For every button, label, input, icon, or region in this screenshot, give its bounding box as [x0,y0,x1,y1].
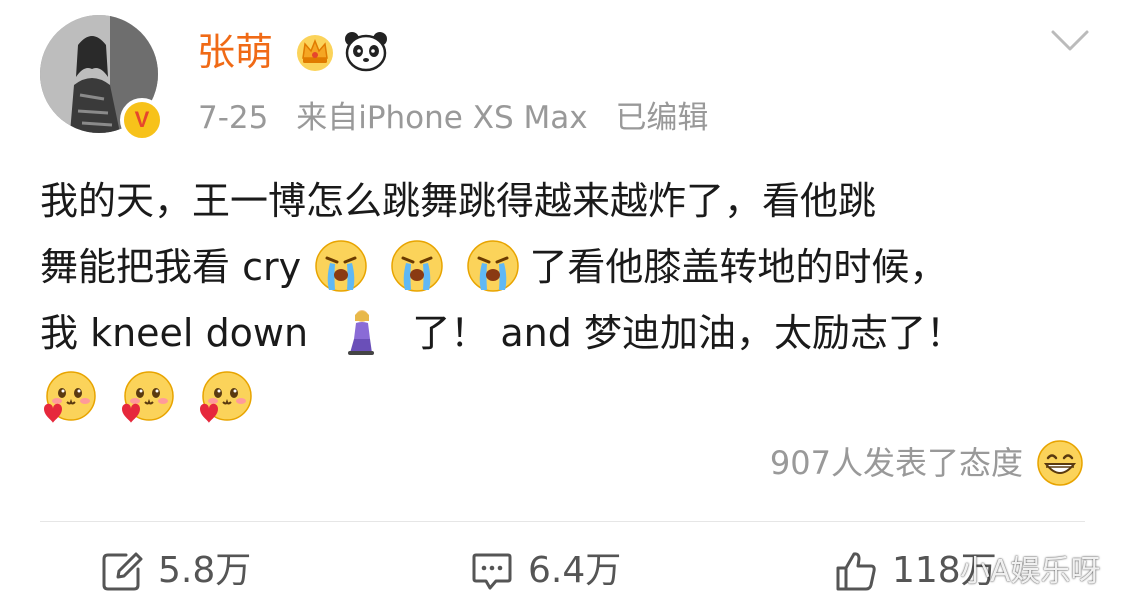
post-body: 我的天，王一博怎么跳舞跳得越来越炸了，看他跳 舞能把我看 cry 了看他膝盖转地… [40,168,1100,438]
comment-count: 6.4万 [528,550,622,591]
panda-icon[interactable] [344,30,388,72]
crying-face-emoji [391,239,444,292]
repost-icon [102,552,143,591]
repost-button[interactable]: 5.8万 [100,546,251,596]
watermark: 小A娱乐呀 [960,554,1101,589]
reactions-summary[interactable]: 907人发表了态度 [770,438,1085,488]
comment-button[interactable]: 6.4万 [470,546,621,596]
comment-icon [472,553,512,590]
reactions-text: 907人发表了态度 [769,444,1023,482]
post-meta: 7-25 来自iPhone XS Max 已编辑 [198,98,726,138]
repost-count: 5.8万 [158,550,252,591]
post-body-line-4 [40,366,1100,438]
post-body-line-1: 我的天，王一博怎么跳舞跳得越来越炸了，看他跳 [40,168,1100,234]
love-heart-face-emoji [44,370,96,423]
crown-icon[interactable] [294,30,336,72]
author-name[interactable]: 张萌 [197,30,273,74]
divider [40,521,1085,522]
grinning-face-emoji [1037,440,1083,486]
thumbs-up-icon [836,552,876,591]
crying-face-emoji [467,239,520,292]
person-kneeling-emoji [348,309,375,355]
weibo-post: V 张萌 7-25 来自iPhone XS Max 已编辑 我的天，王一博怎么跳… [0,0,1125,612]
post-text-line-1: 我的天，王一博怎么跳舞跳得越来越炸了，看他跳 [40,179,877,223]
chevron-down-icon[interactable] [1050,28,1090,54]
post-text-line-2a: 舞能把我看 cry [40,245,302,289]
post-date: 7-25 [198,100,269,136]
post-text-line-2b: 了看他膝盖转地的时候， [529,245,948,289]
verified-badge: V [120,98,164,142]
love-heart-face-emoji [122,370,174,423]
post-body-line-2: 舞能把我看 cry 了看他膝盖转地的时候， [40,234,1100,300]
post-body-line-3: 我 kneel down 了！ and 梦迪加油，太励志了！ [40,300,1100,366]
post-edited[interactable]: 已编辑 [615,100,708,136]
post-text-line-3b: 了！ and 梦迪加油，太励志了！ [412,311,964,355]
love-heart-face-emoji [200,370,252,423]
post-source: 来自iPhone XS Max [296,100,588,136]
post-text-line-3a: 我 kneel down [40,311,309,355]
crying-face-emoji [315,239,367,292]
